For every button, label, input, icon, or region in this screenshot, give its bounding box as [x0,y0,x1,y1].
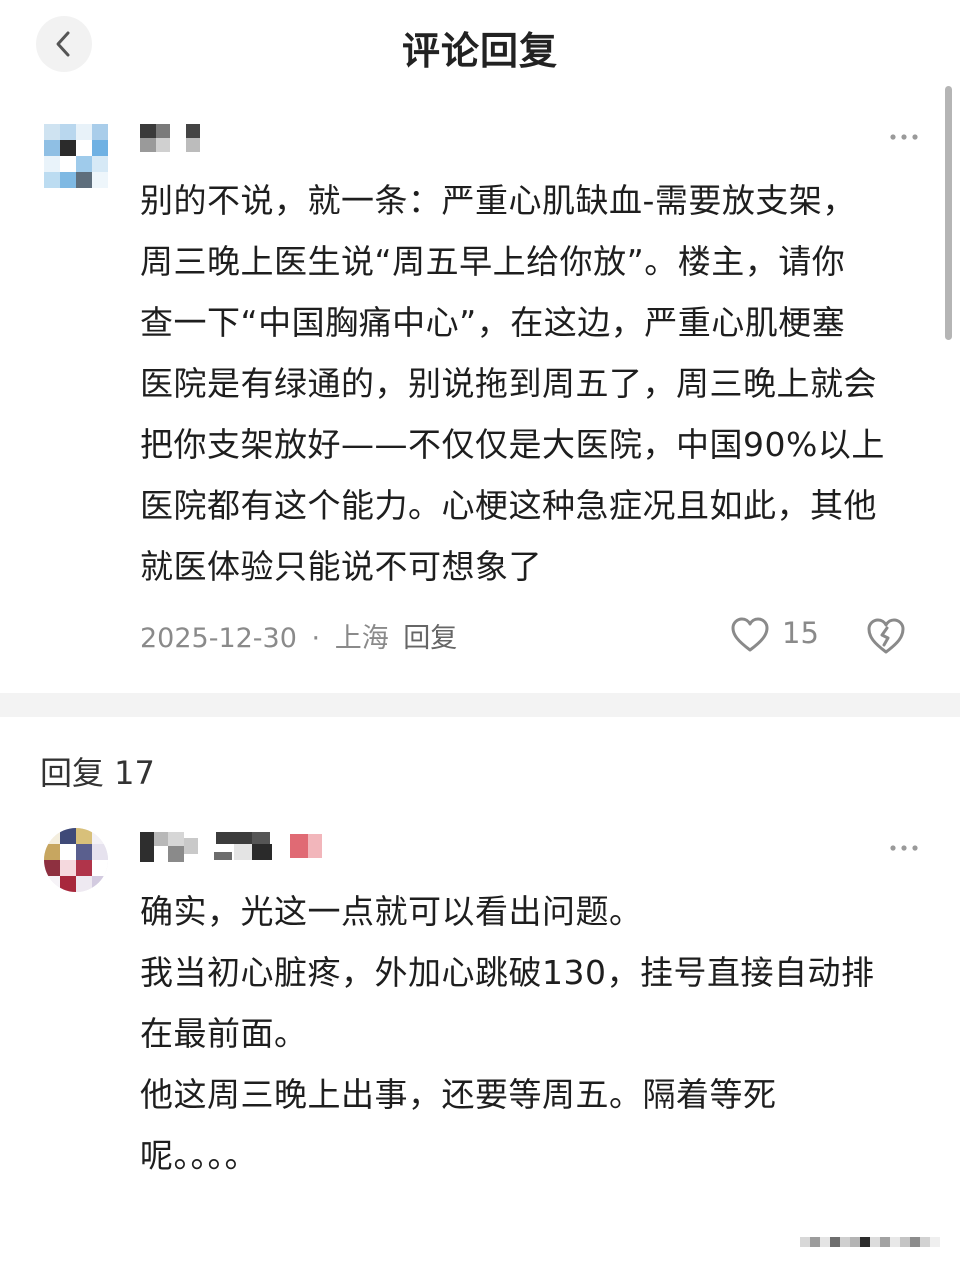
comment-reply-page: 评论回复 别的不说，就一条：严重心肌缺血-需要放支架， 周三晚上医生说“周五早上… [0,0,960,1275]
reply-username-redacted[interactable] [140,830,326,862]
scrollbar[interactable] [945,86,952,340]
bottom-indicator-redacted [800,1237,940,1247]
top-bar: 评论回复 [0,0,960,92]
reply-body: 确实，光这一点就可以看出问题。 我当初心脏疼，外加心跳破130，挂号直接自动排 … [140,881,930,1186]
comment-date: 2025-12-30 [140,623,297,654]
comment-line: 医院都有这个能力。心梗这种急症况且如此，其他 [140,486,877,525]
comment-line: 就医体验只能说不可想象了 [140,547,542,586]
reply-line: 我当初心脏疼，外加心跳破130，挂号直接自动排 [140,953,875,992]
comment-body: 别的不说，就一条：严重心肌缺血-需要放支架， 周三晚上医生说“周五早上给你放”。… [140,170,930,597]
comment-location: 上海 [334,623,389,654]
more-dots-icon[interactable] [889,843,919,853]
reply-line: 在最前面。 [140,1014,308,1053]
reply-line: 确实，光这一点就可以看出问题。 [140,892,643,931]
section-divider [0,693,960,717]
comment-meta: 2025-12-30 · 上海 回复 [140,616,457,655]
page-title: 评论回复 [401,29,558,73]
meta-separator: · [311,623,321,654]
reply-line: 呢。。。。 [140,1136,258,1175]
broken-heart-icon[interactable] [866,616,906,656]
reply-avatar[interactable] [44,828,108,892]
like-count: 15 [782,616,819,650]
reply-link[interactable]: 回复 [403,623,457,654]
comment-line: 把你支架放好——不仅仅是大医院，中国90%以上 [140,425,885,464]
comment-line: 医院是有绿通的，别说拖到周五了，周三晚上就会 [140,364,877,403]
username-redacted[interactable] [140,122,202,154]
comment-line: 周三晚上医生说“周五早上给你放”。楼主，请你 [140,242,846,281]
more-dots-icon[interactable] [889,132,919,142]
avatar[interactable] [44,124,108,188]
comment-line: 查一下“中国胸痛中心”，在这边，严重心肌梗塞 [140,303,846,342]
reply-line: 他这周三晚上出事，还要等周五。隔着等死 [140,1075,777,1114]
comment-line: 别的不说，就一条：严重心肌缺血-需要放支架， [140,181,856,220]
replies-count-heading: 回复 17 [40,754,155,792]
heart-icon [731,617,769,652]
